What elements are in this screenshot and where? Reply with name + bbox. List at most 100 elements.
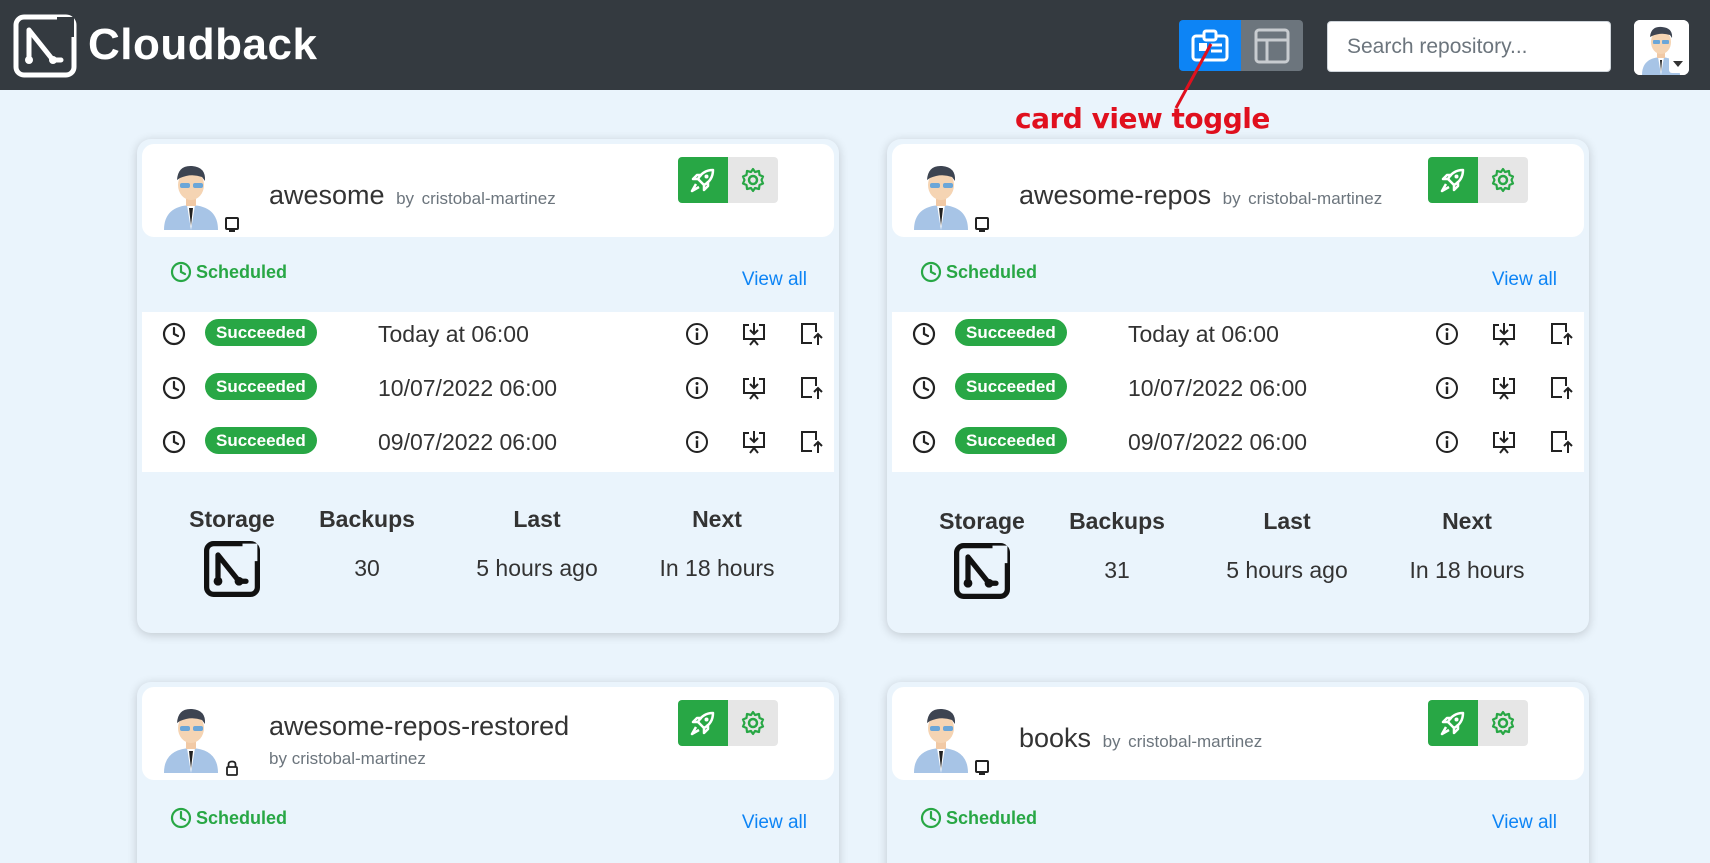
backups-count-stat: Backups 31 xyxy=(1062,508,1172,584)
restore-upload-icon xyxy=(1551,323,1573,345)
info-button[interactable] xyxy=(683,374,711,402)
by-label: by xyxy=(1222,189,1241,208)
view-all-link[interactable]: View all xyxy=(1492,812,1557,834)
download-button[interactable] xyxy=(1490,374,1518,402)
by-label: by xyxy=(269,749,287,768)
backup-list: Succeeded Today at 06:00 Succeeded 10/07… xyxy=(142,312,834,472)
repository-card: books by cristobal-martinez Scheduled Vi… xyxy=(887,682,1589,863)
search-repository-input[interactable] xyxy=(1327,21,1611,72)
run-backup-button[interactable] xyxy=(1428,700,1478,746)
download-button[interactable] xyxy=(740,374,768,402)
download-button[interactable] xyxy=(740,320,768,348)
status-badge: Succeeded xyxy=(955,373,1067,400)
owner-name: cristobal-martinez xyxy=(291,749,426,768)
gear-icon xyxy=(1491,167,1515,193)
card-view-icon xyxy=(1191,29,1229,61)
backup-date: 09/07/2022 06:00 xyxy=(378,429,558,455)
restore-button[interactable] xyxy=(1547,320,1575,348)
settings-button[interactable] xyxy=(728,157,778,203)
restore-upload-icon xyxy=(1551,431,1573,453)
brand-name[interactable]: Cloudback xyxy=(88,20,317,70)
clock-icon xyxy=(162,322,186,346)
card-view-toggle-button[interactable] xyxy=(1179,20,1241,71)
restore-button[interactable] xyxy=(1547,374,1575,402)
stat-label: Next xyxy=(1442,508,1492,534)
repository-name[interactable]: awesome-repos xyxy=(1019,180,1211,210)
info-button[interactable] xyxy=(1433,374,1461,402)
gear-icon xyxy=(741,710,765,736)
view-all-link[interactable]: View all xyxy=(1492,269,1557,291)
stat-value: 31 xyxy=(1104,557,1130,583)
rocket-icon xyxy=(1440,711,1465,736)
info-icon xyxy=(1436,323,1458,345)
restore-button[interactable] xyxy=(797,428,825,456)
view-all-link[interactable]: View all xyxy=(742,269,807,291)
download-icon xyxy=(743,323,765,346)
download-button[interactable] xyxy=(1490,320,1518,348)
repository-name[interactable]: books xyxy=(1019,723,1091,753)
restore-button[interactable] xyxy=(1547,428,1575,456)
storage-stat: Storage xyxy=(932,508,1032,604)
repository-title[interactable]: awesome-repos by cristobal-martinez xyxy=(1019,180,1382,211)
backup-stats: Storage Backups 30 Last 5 hours ago Next… xyxy=(137,472,839,632)
stat-value: In 18 hours xyxy=(1409,557,1525,583)
backup-date: Today at 06:00 xyxy=(1128,321,1279,347)
annotation-label: card view toggle xyxy=(1015,102,1270,135)
run-backup-button[interactable] xyxy=(678,157,728,203)
info-button[interactable] xyxy=(683,428,711,456)
run-backup-button[interactable] xyxy=(1428,157,1478,203)
view-all-link[interactable]: View all xyxy=(742,812,807,834)
gear-icon xyxy=(741,167,765,193)
status-text: Scheduled xyxy=(946,807,1038,828)
chevron-down-icon[interactable] xyxy=(1669,55,1687,73)
repository-title[interactable]: books by cristobal-martinez xyxy=(1019,723,1262,754)
owner-name: cristobal-martinez xyxy=(1248,189,1383,208)
run-backup-button[interactable] xyxy=(678,700,728,746)
by-label: by xyxy=(1102,732,1121,751)
owner-avatar-icon xyxy=(164,165,218,230)
restore-upload-icon xyxy=(1551,377,1573,399)
stat-label: Backups xyxy=(1069,508,1165,534)
download-icon xyxy=(743,377,765,400)
clock-icon xyxy=(162,430,186,454)
info-button[interactable] xyxy=(1433,320,1461,348)
settings-button[interactable] xyxy=(728,700,778,746)
repository-title[interactable]: awesome-repos-restored xyxy=(269,711,569,742)
rocket-icon xyxy=(690,711,715,736)
monitor-icon xyxy=(975,760,989,775)
schedule-status: Scheduled xyxy=(170,807,287,829)
restore-button[interactable] xyxy=(797,320,825,348)
backup-stats: Storage Backups 31 Last 5 hours ago Next… xyxy=(887,472,1589,632)
owner-line: by cristobal-martinez xyxy=(269,749,426,769)
settings-button[interactable] xyxy=(1478,700,1528,746)
table-view-toggle-button[interactable] xyxy=(1241,20,1303,71)
info-button[interactable] xyxy=(683,320,711,348)
cloudback-logo-icon[interactable] xyxy=(13,14,77,78)
owner-name: cristobal-martinez xyxy=(421,189,556,208)
table-view-icon xyxy=(1254,28,1290,63)
stat-value: 30 xyxy=(354,555,380,581)
download-icon xyxy=(1493,431,1515,454)
card-header: awesome by cristobal-martinez xyxy=(142,144,834,237)
settings-button[interactable] xyxy=(1478,157,1528,203)
status-badge: Succeeded xyxy=(205,373,317,400)
repository-name[interactable]: awesome-repos-restored xyxy=(269,711,569,741)
repository-name[interactable]: awesome xyxy=(269,180,385,210)
info-icon xyxy=(1436,431,1458,453)
download-button[interactable] xyxy=(1490,428,1518,456)
repository-title[interactable]: awesome by cristobal-martinez xyxy=(269,180,556,211)
schedule-status: Scheduled xyxy=(170,261,287,283)
card-actions xyxy=(678,157,778,203)
stat-value: In 18 hours xyxy=(659,555,775,581)
clock-icon xyxy=(170,807,192,829)
info-button[interactable] xyxy=(1433,428,1461,456)
owner-name: cristobal-martinez xyxy=(1128,732,1263,751)
restore-upload-icon xyxy=(801,377,823,399)
download-button[interactable] xyxy=(740,428,768,456)
backup-row: Succeeded 09/07/2022 06:00 xyxy=(142,422,834,462)
schedule-status: Scheduled xyxy=(920,807,1037,829)
rocket-icon xyxy=(1440,168,1465,193)
backup-date: 09/07/2022 06:00 xyxy=(1128,429,1308,455)
user-menu-avatar-button[interactable] xyxy=(1634,20,1689,75)
restore-button[interactable] xyxy=(797,374,825,402)
